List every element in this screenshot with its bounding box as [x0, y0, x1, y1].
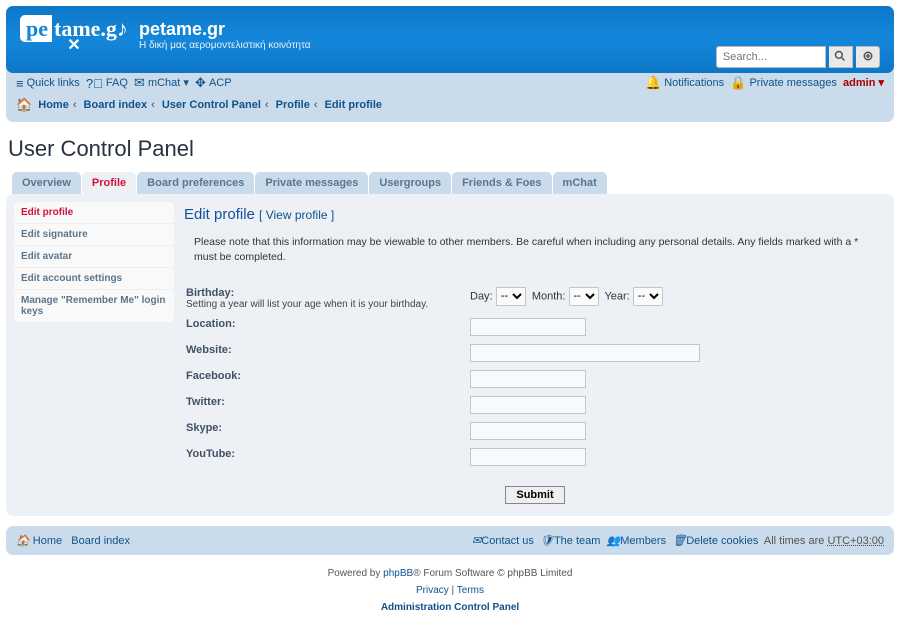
sidebar-item-edit-account[interactable]: Edit account settings [14, 268, 174, 290]
navbar: ≡Quick links ?⃝FAQ ✉mChat ▾ ✥ACP 🔔Notifi… [6, 66, 894, 122]
crumb-board-index[interactable]: Board index [84, 99, 148, 111]
info-note: Please note that this information may be… [184, 229, 886, 270]
footer-nav: 🏠 Home Board index ✉Contact us 🛡The team… [6, 526, 894, 555]
tab-usergroups[interactable]: Usergroups [369, 172, 451, 194]
crumb-profile[interactable]: Profile [276, 99, 310, 111]
skype-label: Skype: [186, 422, 222, 434]
youtube-label: YouTube: [186, 448, 235, 460]
submit-button[interactable] [505, 486, 564, 504]
crumb-home[interactable]: Home [38, 99, 69, 111]
crumb-ucp[interactable]: User Control Panel [162, 99, 261, 111]
birthday-label: Birthday: [186, 287, 234, 299]
home-icon: 🏠 [16, 97, 32, 112]
team-link[interactable]: 🛡The team [540, 535, 600, 547]
terms-link[interactable]: Terms [457, 585, 484, 596]
search-box [716, 46, 880, 68]
content-panel: Edit profile Edit signature Edit avatar … [6, 194, 894, 515]
site-title: petame.gr [139, 19, 311, 40]
search-button[interactable] [829, 46, 853, 68]
notifications-link[interactable]: 🔔Notifications [645, 77, 724, 89]
search-input[interactable] [716, 46, 826, 68]
location-label: Location: [186, 318, 236, 330]
breadcrumb: 🏠 Home‹ Board index‹ User Control Panel‹… [16, 94, 884, 116]
tab-board-preferences[interactable]: Board preferences [137, 172, 254, 194]
tab-mchat[interactable]: mChat [553, 172, 607, 194]
skype-input[interactable] [470, 422, 586, 440]
sidebar: Edit profile Edit signature Edit avatar … [14, 202, 174, 323]
tabs: OverviewProfileBoard preferencesPrivate … [6, 172, 894, 194]
sidebar-item-edit-avatar[interactable]: Edit avatar [14, 246, 174, 268]
members-link[interactable]: 👥Members [607, 535, 667, 547]
twitter-input[interactable] [470, 396, 586, 414]
contact-us-link[interactable]: ✉Contact us [472, 535, 534, 547]
private-messages-link[interactable]: 🔒Private messages [730, 77, 837, 89]
footer-board-index-link[interactable]: Board index [71, 535, 130, 547]
tab-friends-foes[interactable]: Friends & Foes [452, 172, 551, 194]
mchat-link[interactable]: ✉mChat ▾ [134, 77, 189, 89]
tab-profile[interactable]: Profile [82, 172, 136, 194]
tab-private-messages[interactable]: Private messages [255, 172, 368, 194]
facebook-input[interactable] [470, 370, 586, 388]
acp-link[interactable]: ✥ACP [195, 77, 232, 89]
phpbb-link[interactable]: phpBB [383, 568, 413, 579]
youtube-input[interactable] [470, 448, 586, 466]
footer-home-link[interactable]: Home [33, 535, 62, 547]
page-title: User Control Panel [8, 136, 894, 162]
website-input[interactable] [470, 344, 700, 362]
twitter-label: Twitter: [186, 396, 225, 408]
admin-cp-link[interactable]: Administration Control Panel [381, 602, 519, 613]
website-label: Website: [186, 344, 232, 356]
site-logo[interactable]: petame.g♪ ✕ [20, 16, 128, 53]
privacy-link[interactable]: Privacy [416, 585, 449, 596]
faq-link[interactable]: ?⃝FAQ [86, 77, 128, 89]
view-profile-link[interactable]: View profile [266, 208, 328, 222]
birthday-hint: Setting a year will list your age when i… [186, 299, 466, 310]
sidebar-item-edit-profile[interactable]: Edit profile [14, 202, 174, 224]
birthday-year-select[interactable]: -- [633, 287, 663, 306]
location-input[interactable] [470, 318, 586, 336]
sidebar-item-edit-signature[interactable]: Edit signature [14, 224, 174, 246]
user-menu[interactable]: admin ▾ [843, 77, 884, 89]
birthday-month-select[interactable]: -- [569, 287, 599, 306]
birthday-day-select[interactable]: -- [496, 287, 526, 306]
section-heading: Edit profile [ View profile ] [184, 206, 886, 223]
sidebar-item-remember-me[interactable]: Manage "Remember Me" login keys [14, 290, 174, 323]
home-icon: 🏠 [16, 535, 30, 547]
footer: Powered by phpBB® Forum Software © phpBB… [6, 565, 894, 616]
timezone-text: All times are UTC+03:00 [764, 535, 884, 547]
facebook-label: Facebook: [186, 370, 241, 382]
delete-cookies-link[interactable]: 🗑Delete cookies [672, 535, 758, 547]
site-description: Η δική μας αερομοντελιστική κοινότητα [139, 40, 311, 51]
header: petame.g♪ ✕ petame.gr Η δική μας αερομον… [6, 6, 894, 73]
crumb-edit-profile[interactable]: Edit profile [325, 99, 382, 111]
advanced-search-button[interactable] [856, 46, 880, 68]
quick-links[interactable]: ≡Quick links [16, 77, 80, 89]
tab-overview[interactable]: Overview [12, 172, 81, 194]
